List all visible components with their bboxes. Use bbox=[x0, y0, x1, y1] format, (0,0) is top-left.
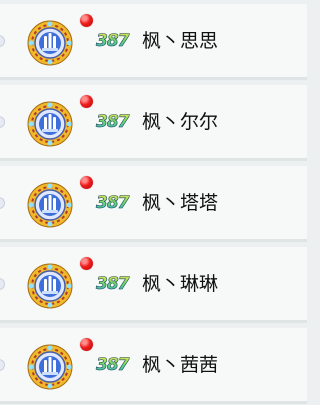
contact-list: 387 枫丶思思 387 枫丶尔尔 387 枫丶塔塔 387 枫丶琳琳 387 … bbox=[0, 0, 307, 405]
red-dot-icon bbox=[80, 95, 93, 108]
red-dot-icon bbox=[80, 257, 93, 270]
level-number: 387 bbox=[96, 31, 130, 52]
select-radio-icon[interactable] bbox=[0, 197, 5, 209]
gear-badge-icon bbox=[27, 263, 73, 309]
level-number: 387 bbox=[96, 355, 130, 376]
gear-badge-icon bbox=[27, 20, 73, 66]
list-item[interactable]: 387 枫丶思思 bbox=[0, 4, 307, 80]
contact-name: 枫丶思思 bbox=[142, 30, 219, 52]
contact-name: 枫丶塔塔 bbox=[142, 192, 219, 214]
contact-name: 枫丶琳琳 bbox=[142, 273, 219, 295]
level-number: 387 bbox=[96, 193, 130, 214]
contact-name: 枫丶尔尔 bbox=[142, 111, 219, 133]
gear-badge-icon bbox=[27, 101, 73, 147]
red-dot-icon bbox=[80, 176, 93, 189]
contact-name: 枫丶茜茜 bbox=[142, 354, 219, 376]
select-radio-icon[interactable] bbox=[0, 116, 5, 128]
select-radio-icon[interactable] bbox=[0, 359, 5, 371]
gear-badge-icon bbox=[27, 344, 73, 390]
red-dot-icon bbox=[80, 338, 93, 351]
list-item[interactable]: 387 枫丶尔尔 bbox=[0, 85, 307, 161]
gear-badge-icon bbox=[27, 182, 73, 228]
red-dot-icon bbox=[80, 14, 93, 27]
select-radio-icon[interactable] bbox=[0, 278, 5, 290]
level-number: 387 bbox=[96, 274, 130, 295]
list-item[interactable]: 387 枫丶茜茜 bbox=[0, 328, 307, 404]
list-item[interactable]: 387 枫丶塔塔 bbox=[0, 166, 307, 242]
level-number: 387 bbox=[96, 112, 130, 133]
list-item[interactable]: 387 枫丶琳琳 bbox=[0, 247, 307, 323]
select-radio-icon[interactable] bbox=[0, 35, 5, 47]
